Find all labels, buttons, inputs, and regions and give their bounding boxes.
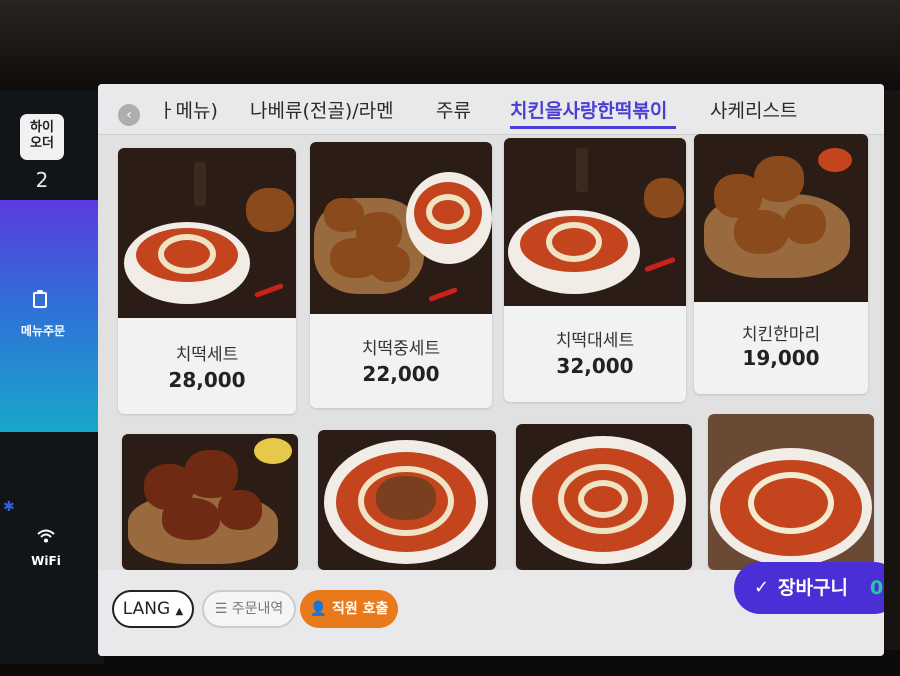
menu-item-image: [516, 424, 692, 570]
settings-icon[interactable]: ✱: [3, 499, 15, 515]
menu-card[interactable]: 치떡세트 28,000: [118, 148, 296, 414]
order-history-label: 주문내역: [231, 601, 284, 617]
menu-card[interactable]: [122, 434, 298, 570]
cart-count: 0: [870, 577, 884, 599]
menu-item-name: 치떡세트: [175, 345, 239, 365]
tab-chicken-tteokbokki[interactable]: 치킨을사랑한떡볶이: [510, 96, 667, 123]
clipboard-icon: [33, 290, 47, 308]
kiosk-screen: ‹ ㅏ메뉴) 나베류(전골)/라멘 주류 치킨을사랑한떡볶이 사케리스트 치떡세…: [98, 84, 884, 656]
wifi-icon[interactable]: [26, 528, 66, 547]
menu-item-name: 치킨한마리: [741, 325, 821, 345]
check-icon: ✓: [754, 577, 770, 598]
wifi-label: WiFi: [31, 554, 61, 568]
menu-item-image: [708, 414, 874, 570]
call-staff-button[interactable]: 👤 직원 호출: [300, 590, 398, 628]
person-icon: 👤: [309, 601, 332, 617]
menu-item-image: [122, 434, 298, 570]
tab-nabe-ramen[interactable]: 나베류(전골)/라멘: [250, 96, 394, 123]
category-tabs: ‹ ㅏ메뉴) 나베류(전골)/라멘 주류 치킨을사랑한떡볶이 사케리스트: [98, 84, 884, 135]
table-number: 2: [35, 168, 49, 192]
order-history-button[interactable]: ☰ 주문내역: [202, 590, 296, 628]
menu-order-nav[interactable]: 메뉴주문: [0, 200, 100, 432]
menu-item-price: 19,000: [742, 346, 820, 370]
menu-item-image: [694, 134, 868, 302]
device-bezel-top: [0, 0, 900, 90]
active-tab-indicator: [510, 126, 676, 129]
menu-item-image: [118, 148, 296, 318]
menu-item-name: 치떡중세트: [361, 339, 441, 359]
list-icon: ☰: [214, 601, 232, 617]
menu-grid: 치떡세트 28,000 치떡중세트 22,000 치떡대세트 32,000 치킨…: [98, 134, 884, 570]
bottom-bar: LANG ▲ ☰ 주문내역 👤 직원 호출 ✓ 장바구니 0: [98, 562, 884, 656]
tab-menu[interactable]: ㅏ메뉴): [158, 96, 218, 123]
tab-drinks[interactable]: 주류: [436, 96, 471, 123]
brand-line2: 오더: [30, 136, 54, 151]
menu-item-price: 28,000: [168, 368, 246, 392]
menu-card[interactable]: 치킨한마리 19,000: [694, 134, 868, 394]
cart-label: 장바구니: [778, 577, 848, 599]
menu-item-image: [504, 138, 686, 306]
call-staff-label: 직원 호출: [331, 601, 389, 617]
menu-item-name: 치떡대세트: [555, 331, 635, 351]
caret-up-icon: ▲: [175, 606, 184, 617]
menu-card[interactable]: [318, 430, 496, 570]
menu-card[interactable]: [516, 424, 692, 570]
cart-button[interactable]: ✓ 장바구니 0: [734, 562, 884, 614]
menu-card[interactable]: 치떡대세트 32,000: [504, 138, 686, 402]
tab-sake-list[interactable]: 사케리스트: [710, 96, 797, 123]
language-button[interactable]: LANG ▲: [112, 590, 194, 628]
menu-item-price: 32,000: [556, 354, 634, 378]
brand-line1: 하이: [30, 120, 54, 135]
menu-card[interactable]: 치떡중세트 22,000: [310, 142, 492, 408]
menu-card[interactable]: [708, 414, 874, 570]
menu-item-price: 22,000: [362, 362, 440, 386]
sidebar: 하이 오더 2 메뉴주문 ✱ WiFi: [0, 92, 104, 664]
brand-logo: 하이 오더: [20, 114, 64, 160]
tab-scroll-left-button[interactable]: ‹: [118, 104, 140, 126]
menu-item-image: [310, 142, 492, 314]
menu-order-label: 메뉴주문: [20, 324, 66, 338]
language-label: LANG: [122, 599, 171, 619]
menu-item-image: [318, 430, 496, 570]
